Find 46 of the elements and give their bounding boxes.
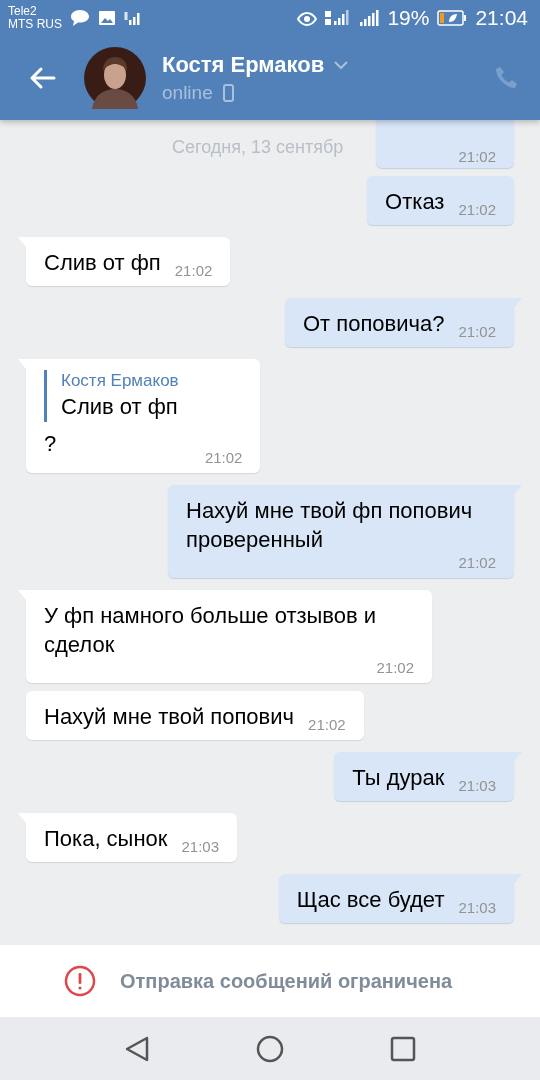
quote-author: Костя Ермаков — [61, 370, 180, 392]
phone-icon — [222, 84, 234, 102]
clock: 21:04 — [475, 6, 528, 30]
image-icon — [98, 10, 116, 26]
message-text: У фп намного больше отзывов и сделок — [44, 602, 378, 659]
message-time: 21:02 — [308, 716, 346, 733]
contact-name[interactable]: Костя Ермаков — [162, 52, 325, 78]
message-text: ? — [44, 430, 58, 458]
home-icon[interactable] — [256, 1034, 284, 1063]
signal-icon — [325, 9, 352, 27]
message-text: Нахуй мне твой попович — [44, 703, 295, 731]
signal-icon — [359, 9, 380, 27]
message-time: 21:02 — [458, 148, 496, 165]
back-icon[interactable] — [124, 1034, 150, 1063]
battery-icon — [437, 10, 468, 26]
message-time: 21:02 — [458, 323, 496, 340]
message-text: Пока, сынок — [44, 825, 168, 853]
warning-icon — [64, 965, 96, 997]
notice-text: Отправка сообщений ограничена — [120, 969, 453, 993]
avatar[interactable] — [84, 47, 146, 109]
message-time: 21:02 — [458, 201, 496, 218]
message-text: От поповича? — [302, 310, 445, 338]
carrier-name: Tele2 — [8, 5, 38, 18]
message-time: 21:02 — [174, 262, 213, 279]
message-text: Слив от фп — [44, 249, 161, 277]
battery-percent: 19% — [387, 6, 430, 30]
eye-icon — [297, 10, 318, 26]
message-time: 21:02 — [376, 659, 414, 676]
chat-icon — [70, 9, 90, 27]
recents-icon[interactable] — [390, 1035, 416, 1062]
message-time: 21:03 — [181, 838, 219, 855]
online-status: online — [162, 82, 213, 104]
message-bubble[interactable]: Отказ 21:02 — [367, 176, 514, 225]
message-bubble[interactable]: Нахуй мне твой попович 21:02 — [26, 691, 364, 740]
message-text: Нахуй мне твой фп попович проверенный — [186, 497, 474, 554]
message-time: 21:02 — [458, 554, 496, 571]
signal-icon — [124, 10, 142, 26]
message-time: 21:03 — [458, 777, 496, 794]
carrier-name: MTS RUS — [8, 18, 62, 31]
message-text: Отказ — [385, 188, 445, 216]
quote-text: Слив от фп — [61, 393, 179, 421]
back-icon[interactable] — [28, 66, 56, 90]
message-text: Ты дурак — [352, 764, 445, 792]
message-text: Щас все будет — [296, 886, 445, 914]
message-time: 21:02 — [204, 449, 243, 466]
message-time: 21:03 — [458, 899, 496, 916]
